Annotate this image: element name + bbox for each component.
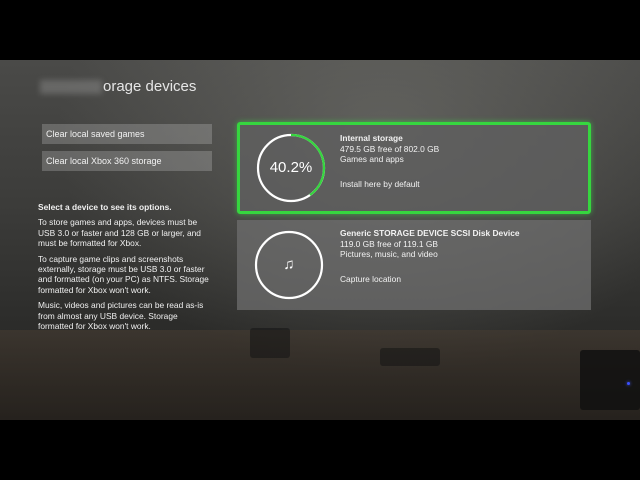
room-reflection-object: [250, 328, 290, 358]
clear-local-xbox360-storage-button[interactable]: Clear local Xbox 360 storage: [42, 151, 212, 171]
device-card-internal-storage[interactable]: 40.2% Internal storage 479.5 GB free of …: [237, 122, 591, 214]
device-free-space: 479.5 GB free of 802.0 GB: [340, 143, 440, 154]
device-default-action: Capture location: [340, 273, 401, 284]
usage-ring: 40.2%: [254, 131, 328, 205]
info-paragraph: To capture game clips and screenshots ex…: [38, 253, 209, 295]
info-paragraph: Music, videos and pictures can be read a…: [38, 300, 204, 332]
device-default-action: Install here by default: [340, 178, 420, 189]
console-power-led: [627, 382, 630, 385]
page-title-text: orage devices: [103, 78, 197, 95]
music-note-icon: ♫: [283, 256, 295, 273]
device-details: Internal storage 479.5 GB free of 802.0 …: [340, 133, 439, 189]
page-title: orage devices: [40, 78, 196, 95]
device-contents: Games and apps: [340, 154, 404, 165]
device-name: Internal storage: [340, 133, 403, 143]
room-reflection-object: [580, 350, 640, 410]
device-contents: Pictures, music, and video: [340, 249, 438, 260]
letterbox-bottom: [0, 420, 640, 480]
room-reflection-object: [380, 348, 440, 366]
usage-percent: 40.2%: [269, 159, 313, 176]
title-obscured-region: [40, 80, 102, 95]
info-paragraph: To store games and apps, devices must be…: [38, 217, 201, 249]
device-details: Generic STORAGE DEVICE SCSI Disk Device …: [340, 228, 520, 284]
tv-screen: orage devices Clear local saved games Cl…: [0, 60, 640, 420]
usage-ring: ♫: [252, 228, 326, 302]
letterbox-top: [0, 0, 640, 60]
info-heading: Select a device to see its options.: [38, 202, 172, 212]
clear-local-saved-games-button[interactable]: Clear local saved games: [42, 124, 212, 144]
device-card-usb-storage[interactable]: ♫ Generic STORAGE DEVICE SCSI Disk Devic…: [237, 220, 591, 310]
device-name: Generic STORAGE DEVICE SCSI Disk Device: [340, 228, 520, 238]
storage-info-panel: Select a device to see its options. To s…: [38, 202, 214, 336]
device-free-space: 119.0 GB free of 119.1 GB: [340, 238, 438, 249]
room-reflection-floor: [0, 330, 640, 420]
